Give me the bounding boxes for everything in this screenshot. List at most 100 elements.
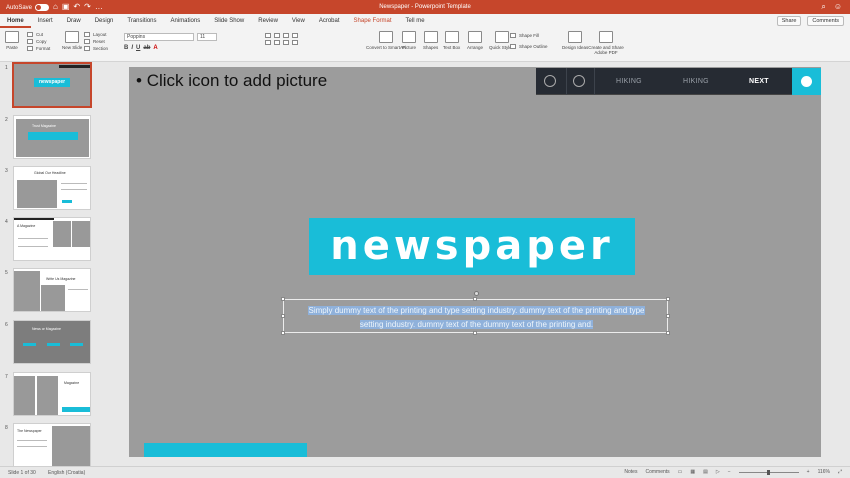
slide-thumbnail[interactable]: A Magazine — [13, 217, 91, 261]
convert-smartart-label: Convert to SmartArt — [366, 45, 406, 50]
underline-button[interactable]: U — [136, 45, 140, 51]
copy-button[interactable]: Copy — [27, 39, 50, 44]
numbering-icon[interactable] — [274, 33, 280, 38]
new-slide-button[interactable]: New Slide — [62, 31, 82, 50]
tab-draw[interactable]: Draw — [60, 14, 88, 28]
thumbnail-row[interactable]: 6 News or Magazine — [0, 320, 100, 366]
tab-insert[interactable]: Insert — [31, 14, 60, 28]
notes-button[interactable]: Notes — [624, 469, 637, 475]
bold-button[interactable]: B — [124, 45, 128, 51]
slide-number: 6 — [5, 322, 8, 328]
paragraph-group — [265, 33, 298, 47]
tab-home[interactable]: Home — [0, 14, 31, 28]
tab-tell-me[interactable]: Tell me — [399, 14, 432, 28]
thumbnail-row[interactable]: 1 newspaper — [0, 62, 100, 109]
thumb-image — [17, 180, 57, 208]
design-ideas-button[interactable]: Design Ideas — [562, 31, 588, 50]
tab-transitions[interactable]: Transitions — [120, 14, 163, 28]
slide[interactable]: • Click icon to add picture HIKING HIKIN… — [129, 67, 821, 457]
new-slide-label: New Slide — [62, 45, 83, 50]
text-box-button[interactable]: Text Box — [443, 31, 460, 50]
shape-fill-button[interactable]: Shape Fill — [510, 33, 548, 38]
thumbnail-row[interactable]: 7 Magazine — [0, 372, 100, 418]
zoom-in-icon[interactable]: + — [807, 469, 810, 475]
justify-icon[interactable] — [292, 40, 298, 45]
shape-fill-outline-group: Shape Fill Shape Outline — [510, 33, 548, 51]
resize-handle[interactable] — [281, 297, 285, 301]
align-left-icon[interactable] — [265, 40, 271, 45]
cut-button[interactable]: Cut — [27, 32, 50, 37]
tab-review[interactable]: Review — [251, 14, 285, 28]
bullets-icon[interactable] — [265, 33, 271, 38]
thumbnail-row[interactable]: 2 Trust Magazine — [0, 115, 100, 161]
share-button[interactable]: Share — [776, 16, 802, 26]
create-share-pdf-button[interactable]: Create and Share Adobe PDF — [586, 31, 626, 55]
slide-title[interactable]: newspaper — [309, 218, 635, 275]
slide-thumbnail[interactable]: newspaper — [12, 62, 92, 108]
status-comments-button[interactable]: Comments — [645, 469, 669, 475]
slide-thumbnail[interactable]: News or Magazine — [13, 320, 91, 364]
rotate-handle[interactable] — [474, 291, 479, 296]
language-indicator[interactable]: English (Croatia) — [48, 470, 85, 476]
thumbnail-row[interactable]: 3 Global Our Headline — [0, 166, 100, 212]
slide-thumbnail[interactable]: Magazine — [13, 372, 91, 416]
tab-acrobat[interactable]: Acrobat — [312, 14, 347, 28]
resize-handle[interactable] — [666, 297, 670, 301]
zoom-slider[interactable] — [738, 469, 799, 475]
thumb-text-line — [61, 183, 87, 184]
title-right-icons: ⌕ ☺ — [821, 2, 842, 12]
normal-view-icon[interactable]: ▭ — [678, 469, 683, 475]
slide-thumbnail[interactable]: Write Us Magazine — [13, 268, 91, 312]
font-name-dropdown[interactable]: Poppins — [124, 33, 194, 41]
shape-outline-button[interactable]: Shape Outline — [510, 44, 548, 49]
strikethrough-button[interactable]: ab — [143, 45, 150, 51]
layout-button[interactable]: Layout — [84, 32, 108, 37]
tab-design[interactable]: Design — [88, 14, 121, 28]
search-icon[interactable]: ⌕ — [821, 2, 825, 12]
selected-text-box[interactable]: Simply dummy text of the printing and ty… — [281, 297, 670, 335]
font-size-dropdown[interactable]: 11 — [197, 33, 217, 41]
align-right-icon[interactable] — [283, 40, 289, 45]
menu-item-hiking-1: HIKING — [616, 78, 642, 85]
account-icon[interactable]: ☺ — [834, 2, 842, 12]
section-button[interactable]: Section — [84, 46, 108, 51]
paste-button[interactable]: Paste — [5, 31, 19, 50]
heart-icon — [544, 75, 556, 87]
reading-view-icon[interactable]: ▤ — [703, 469, 708, 475]
align-center-icon[interactable] — [274, 40, 280, 45]
tab-view[interactable]: View — [285, 14, 312, 28]
slide-sorter-icon[interactable]: ▦ — [690, 469, 695, 475]
zoom-out-icon[interactable]: − — [728, 469, 731, 475]
comments-button[interactable]: Comments — [807, 16, 844, 26]
slide-thumbnail[interactable]: Trust Magazine — [13, 115, 91, 159]
thumbnail-row[interactable]: 4 A Magazine — [0, 217, 100, 263]
zoom-level[interactable]: 116% — [818, 469, 830, 475]
layout-icon — [84, 32, 90, 37]
convert-smartart-button[interactable]: Convert to SmartArt — [366, 31, 406, 50]
resize-handle[interactable] — [473, 297, 477, 301]
slide-thumbnail[interactable]: The Newspaper — [13, 423, 91, 466]
fit-slide-icon[interactable]: ⤢ — [838, 469, 842, 475]
format-painter-button[interactable]: Format — [27, 46, 50, 51]
outdent-icon[interactable] — [292, 33, 298, 38]
shapes-button[interactable]: Shapes — [423, 31, 438, 50]
reset-button[interactable]: Reset — [84, 39, 108, 44]
tab-animations[interactable]: Animations — [164, 14, 208, 28]
thumb-text-line — [61, 189, 87, 190]
slide-thumbnail[interactable]: Global Our Headline — [13, 166, 91, 210]
tab-slide-show[interactable]: Slide Show — [207, 14, 251, 28]
arrange-button[interactable]: Arrange — [467, 31, 483, 50]
slideshow-icon[interactable]: ▷ — [716, 469, 720, 475]
tab-shape-format[interactable]: Shape Format — [347, 14, 399, 28]
slide-number: 2 — [5, 117, 8, 123]
slide-body-text[interactable]: Simply dummy text of the printing and ty… — [284, 304, 669, 332]
slide-thumbnail-panel[interactable]: 1 newspaper 2 Trust Magazine 3 Global Ou… — [0, 62, 100, 466]
indent-icon[interactable] — [283, 33, 289, 38]
thumbnail-row[interactable]: 8 The Newspaper — [0, 423, 100, 466]
picture-button[interactable]: Picture — [402, 31, 416, 50]
thumbnail-row[interactable]: 5 Write Us Magazine — [0, 268, 100, 314]
status-right: Notes Comments ▭ ▦ ▤ ▷ − + 116% ⤢ — [624, 469, 842, 475]
font-color-button[interactable]: A — [153, 45, 157, 51]
picture-placeholder[interactable]: • Click icon to add picture — [136, 71, 327, 91]
italic-button[interactable]: I — [131, 45, 133, 51]
